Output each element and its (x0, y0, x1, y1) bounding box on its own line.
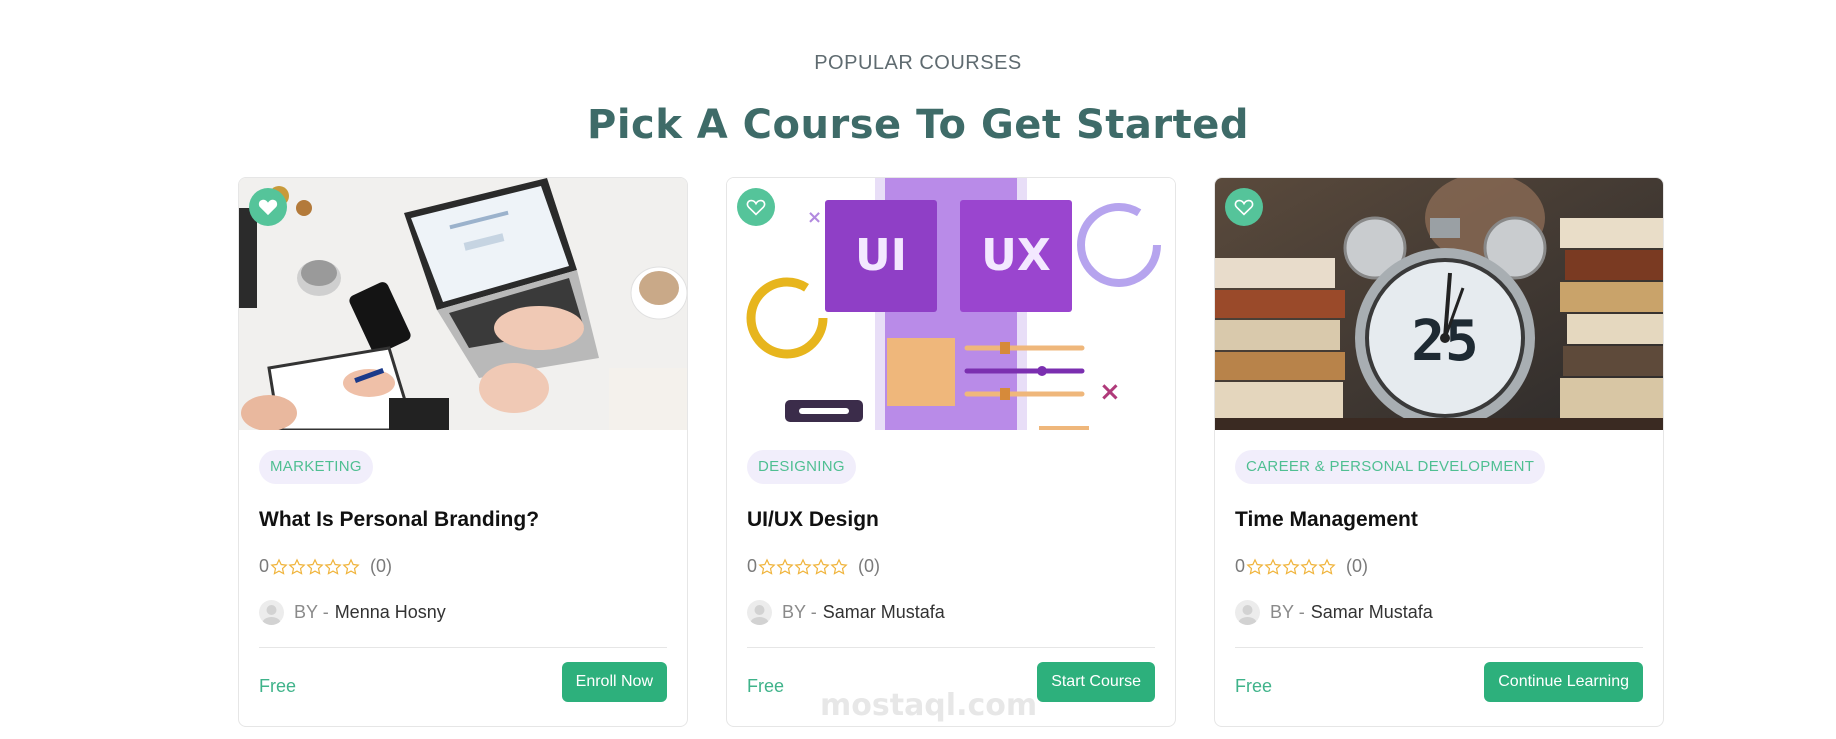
by-label: BY - (782, 602, 817, 622)
category-badge[interactable]: CAREER & PERSONAL DEVELOPMENT (1235, 450, 1546, 484)
enroll-now-button[interactable]: Enroll Now (561, 662, 667, 702)
star-outline-icon (758, 557, 776, 575)
user-icon (262, 605, 281, 625)
star-outline-icon (794, 557, 812, 575)
star-rating (1246, 557, 1336, 576)
course-image-ui-ux[interactable]: UI UX × × (727, 178, 1175, 430)
rating-value: 0 (747, 556, 758, 576)
star-outline-icon (1318, 557, 1336, 575)
star-outline-icon (288, 557, 306, 575)
author: BY - Samar Mustafa (1235, 600, 1433, 625)
avatar (747, 600, 772, 625)
star-outline-icon (1264, 557, 1282, 575)
star-rating (758, 557, 848, 576)
rating-count: (0) (1346, 556, 1369, 576)
course-image-laptop-desk[interactable] (239, 178, 687, 430)
heart-outline-icon (746, 199, 766, 216)
star-outline-icon (270, 557, 288, 575)
rating-value: 0 (1235, 556, 1246, 576)
divider (747, 647, 1155, 648)
watermark: mostaql.com (820, 688, 1038, 723)
course-title[interactable]: What Is Personal Branding? (259, 508, 539, 532)
author-name[interactable]: Samar Mustafa (823, 602, 945, 623)
course-card[interactable]: MARKETING What Is Personal Branding? 0 (… (238, 177, 688, 727)
rating-value: 0 (259, 556, 270, 576)
heart-outline-icon (1234, 199, 1254, 216)
avatar (1235, 600, 1260, 625)
author-name[interactable]: Menna Hosny (335, 602, 446, 623)
author: BY - Samar Mustafa (747, 600, 945, 625)
course-image-alarm-clock[interactable]: 25 (1215, 178, 1663, 430)
star-rating (270, 557, 360, 576)
rating-count: (0) (858, 556, 881, 576)
user-icon (1238, 605, 1257, 625)
star-outline-icon (1282, 557, 1300, 575)
divider (259, 647, 667, 648)
price: Free (259, 676, 297, 696)
category-badge[interactable]: MARKETING (259, 450, 373, 484)
star-outline-icon (830, 557, 848, 575)
star-outline-icon (342, 557, 360, 575)
rating: 0 (0) (1235, 556, 1368, 577)
rating-count: (0) (370, 556, 393, 576)
divider (1235, 647, 1643, 648)
course-card[interactable]: UI UX × × DESIGNING UI/UX Design 0 (0) B… (726, 177, 1176, 727)
price: Free (747, 676, 785, 696)
price: Free (1235, 676, 1273, 696)
star-outline-icon (324, 557, 342, 575)
favorite-button[interactable] (249, 188, 287, 226)
image-ux-text: UX (981, 230, 1051, 281)
heart-filled-icon (258, 199, 278, 216)
favorite-button[interactable] (737, 188, 775, 226)
user-icon (750, 605, 769, 625)
author-name[interactable]: Samar Mustafa (1311, 602, 1433, 623)
category-badge[interactable]: DESIGNING (747, 450, 856, 484)
image-ui-text: UI (855, 230, 907, 281)
continue-learning-button[interactable]: Continue Learning (1484, 662, 1643, 702)
rating: 0 (0) (747, 556, 880, 577)
by-label: BY - (294, 602, 329, 622)
course-title[interactable]: UI/UX Design (747, 508, 879, 532)
start-course-button[interactable]: Start Course (1037, 662, 1155, 702)
svg-text:×: × (1099, 377, 1121, 407)
course-card[interactable]: 25 CAREER & PERSONAL DEVELOPMENT Time Ma… (1214, 177, 1664, 727)
rating: 0 (0) (259, 556, 392, 577)
section-title: Pick A Course To Get Started (587, 102, 1249, 148)
star-outline-icon (306, 557, 324, 575)
avatar (259, 600, 284, 625)
star-outline-icon (1246, 557, 1264, 575)
svg-text:×: × (807, 207, 822, 228)
by-label: BY - (1270, 602, 1305, 622)
course-title[interactable]: Time Management (1235, 508, 1418, 532)
star-outline-icon (812, 557, 830, 575)
star-outline-icon (1300, 557, 1318, 575)
author: BY - Menna Hosny (259, 600, 446, 625)
section-eyebrow: POPULAR COURSES (814, 52, 1022, 74)
favorite-button[interactable] (1225, 188, 1263, 226)
star-outline-icon (776, 557, 794, 575)
